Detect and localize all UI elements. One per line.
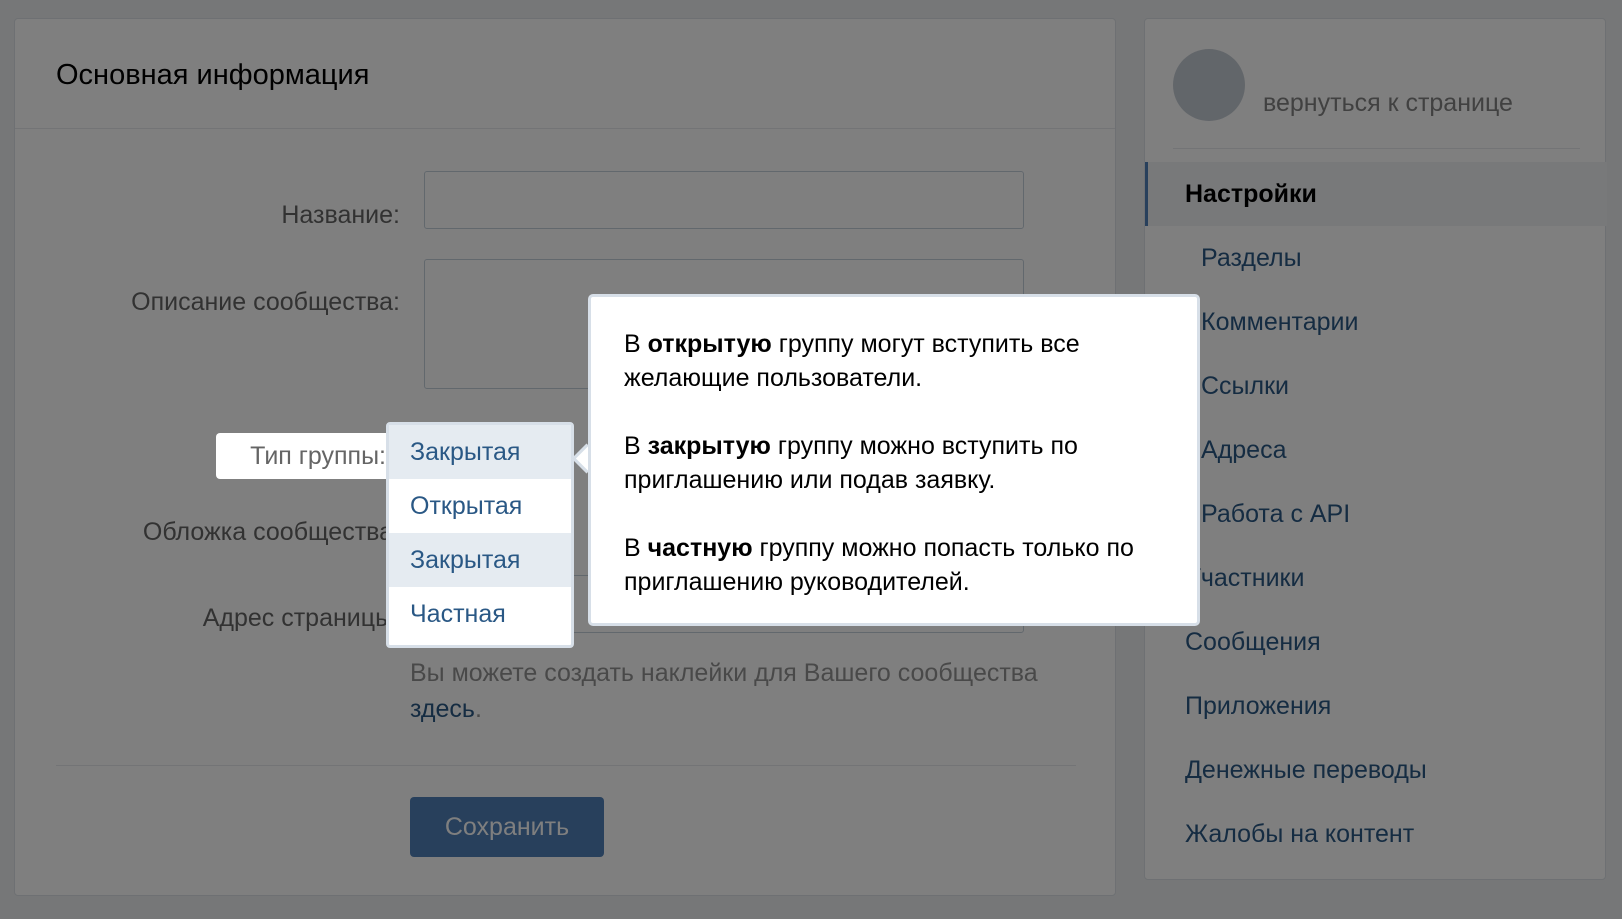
tooltip-private-text: В частную группу можно попасть только по… <box>624 534 1134 596</box>
group-type-dropdown[interactable]: Закрытая Открытая Закрытая Частная <box>386 422 574 648</box>
group-type-option-open[interactable]: Открытая <box>389 479 571 533</box>
group-type-option-private[interactable]: Частная <box>389 587 571 641</box>
tooltip-open-text: В открытую группу могут вступить все жел… <box>624 330 1080 392</box>
group-type-option-closed[interactable]: Закрытая <box>389 533 571 587</box>
group-type-label: Тип группы: <box>216 433 392 479</box>
tooltip-closed-text: В закрытую группу можно вступить по приг… <box>624 432 1078 494</box>
group-type-tooltip: В открытую группу могут вступить все жел… <box>588 294 1200 626</box>
group-type-selected[interactable]: Закрытая <box>389 425 571 479</box>
